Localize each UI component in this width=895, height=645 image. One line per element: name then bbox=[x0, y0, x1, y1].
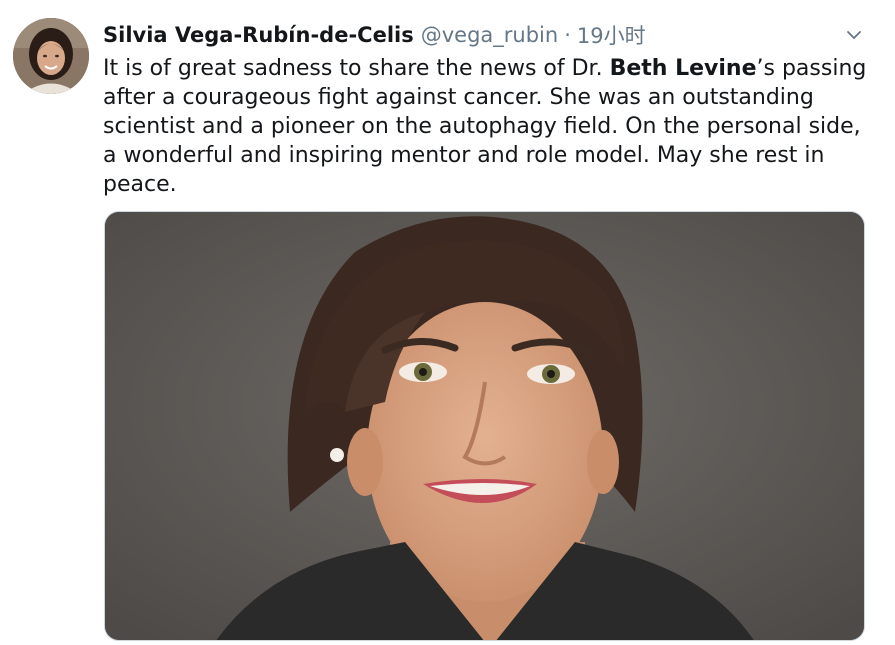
tweet-text: It is of great sadness to share the news… bbox=[103, 54, 873, 199]
tweet-timestamp[interactable]: 19小时 bbox=[577, 20, 646, 50]
avatar-photo bbox=[13, 18, 89, 94]
tweet-media-image[interactable] bbox=[104, 211, 865, 641]
tweet-text-part-1: It is of great sadness to share the news… bbox=[103, 56, 610, 81]
tweet-header: Silvia Vega-Rubín-de-Celis @vega_rubin ·… bbox=[103, 20, 646, 50]
chevron-down-icon[interactable] bbox=[843, 24, 865, 46]
separator-dot: · bbox=[564, 23, 571, 47]
portrait-photo bbox=[105, 212, 864, 640]
mentioned-name: Beth Levine bbox=[609, 56, 757, 81]
author-handle[interactable]: @vega_rubin bbox=[421, 23, 558, 47]
tweet-card[interactable]: Silvia Vega-Rubín-de-Celis @vega_rubin ·… bbox=[0, 0, 895, 645]
author-avatar[interactable] bbox=[13, 18, 89, 94]
author-name[interactable]: Silvia Vega-Rubín-de-Celis bbox=[103, 23, 414, 47]
